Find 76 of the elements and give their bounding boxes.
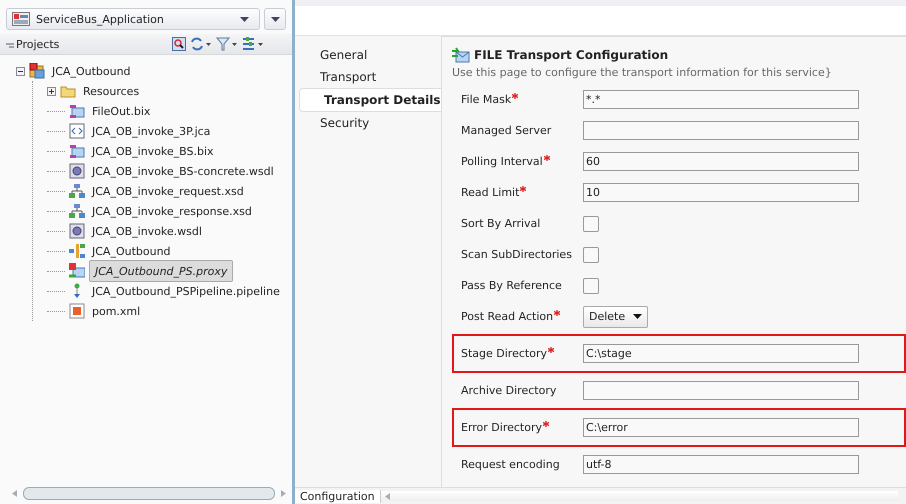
tree-item[interactable]: JCA_Outbound xyxy=(49,64,134,78)
filter-dropdown-icon xyxy=(216,37,238,51)
application-icon xyxy=(12,12,30,26)
search-icon xyxy=(172,37,186,51)
tree-item[interactable]: FileOut.bix xyxy=(89,104,154,118)
tree-item[interactable]: JCA_Outbound xyxy=(89,244,174,258)
dropdown-arrow-icon xyxy=(633,314,642,319)
globe-file-icon xyxy=(69,223,85,239)
expand-icon[interactable] xyxy=(47,86,56,96)
dropdown-arrow-icon xyxy=(240,16,249,22)
tree-item[interactable]: JCA_OB_invoke_response.xsd xyxy=(89,204,255,218)
tree-item[interactable]: JCA_OB_invoke.wsdl xyxy=(89,224,205,238)
xml-file-icon xyxy=(69,303,85,319)
scroll-left-icon xyxy=(12,490,17,496)
dropdown-arrow-icon xyxy=(270,16,280,22)
checkbox[interactable] xyxy=(583,278,599,294)
dropdown[interactable]: Delete xyxy=(583,306,648,328)
text-field[interactable]: C:\error xyxy=(583,418,859,437)
panel-title: Projects xyxy=(16,38,60,50)
field-label: Pass By Reference xyxy=(461,279,562,292)
scroll-right-icon xyxy=(281,490,286,496)
nav-tab[interactable]: General xyxy=(295,44,441,66)
application-name: ServiceBus_Application xyxy=(36,12,165,26)
tree-item[interactable]: JCA_Outbound_PS.proxy xyxy=(89,260,234,282)
text-field[interactable]: *.* xyxy=(583,90,859,109)
field-label: Post Read Action xyxy=(461,310,554,323)
globe-file-icon xyxy=(69,163,85,179)
project-icon xyxy=(29,63,45,79)
flow-icon xyxy=(69,243,85,259)
field-label: Managed Server xyxy=(461,124,552,137)
tree-item[interactable]: JCA_Outbound_PSPipeline.pipeline xyxy=(89,284,283,298)
transport-icon xyxy=(452,47,470,63)
tree-item[interactable]: JCA_OB_invoke_request.xsd xyxy=(89,184,247,198)
checkbox[interactable] xyxy=(583,216,599,232)
options-dropdown-icon xyxy=(242,37,264,51)
text-field[interactable] xyxy=(583,121,859,140)
sync-dropdown-icon xyxy=(190,37,212,51)
envelope-icon xyxy=(69,103,85,119)
horizontal-scrollbar[interactable] xyxy=(380,491,898,501)
dropdown-value: Delete xyxy=(589,310,626,323)
envelope-icon xyxy=(69,143,85,159)
field-label: Read Limit xyxy=(461,186,520,199)
nav-tab[interactable]: Transport Details xyxy=(299,88,441,112)
text-field[interactable]: 10 xyxy=(583,183,859,202)
field-label: Request encoding xyxy=(461,458,560,471)
tree-item[interactable]: JCA_OB_invoke_BS-concrete.wsdl xyxy=(89,164,277,178)
code-file-icon xyxy=(69,123,85,139)
checkbox[interactable] xyxy=(583,246,599,262)
field-label: Polling Interval xyxy=(461,155,543,168)
text-field[interactable] xyxy=(583,381,859,400)
nav-tab[interactable]: Transport xyxy=(295,66,441,88)
nav-tab[interactable]: Security xyxy=(295,112,441,134)
editor-tab[interactable]: Configuration xyxy=(295,490,381,502)
field-label: Sort By Arrival xyxy=(461,217,540,230)
field-label: Stage Directory xyxy=(461,347,547,360)
collapse-icon[interactable] xyxy=(16,66,25,76)
hierarchy-icon xyxy=(69,183,85,199)
field-label: File Mask xyxy=(461,93,512,106)
text-field[interactable]: utf-8 xyxy=(583,455,859,474)
tree-item[interactable]: JCA_OB_invoke_BS.bix xyxy=(89,144,217,158)
form-description: Use this page to configure the transport information for this service} xyxy=(452,66,833,79)
field-label: Scan SubDirectories xyxy=(461,248,572,261)
tree-item[interactable]: JCA_OB_invoke_3P.jca xyxy=(89,124,214,138)
tree-item[interactable]: pom.xml xyxy=(89,304,144,318)
hierarchy-icon xyxy=(69,203,85,219)
text-field[interactable]: 60 xyxy=(583,152,859,171)
tree-item[interactable]: Resources xyxy=(80,84,142,98)
text-field[interactable]: C:\stage xyxy=(583,344,859,363)
field-label: Archive Directory xyxy=(461,384,556,397)
envelope-icon xyxy=(69,263,85,279)
scrollbar-thumb[interactable] xyxy=(23,486,275,500)
application-selector[interactable]: ServiceBus_Application xyxy=(6,8,260,30)
scroll-left-icon xyxy=(384,492,390,500)
menu-button[interactable] xyxy=(264,8,286,30)
field-label: Error Directory xyxy=(461,421,542,434)
form-title: FILE Transport Configuration xyxy=(474,48,668,62)
